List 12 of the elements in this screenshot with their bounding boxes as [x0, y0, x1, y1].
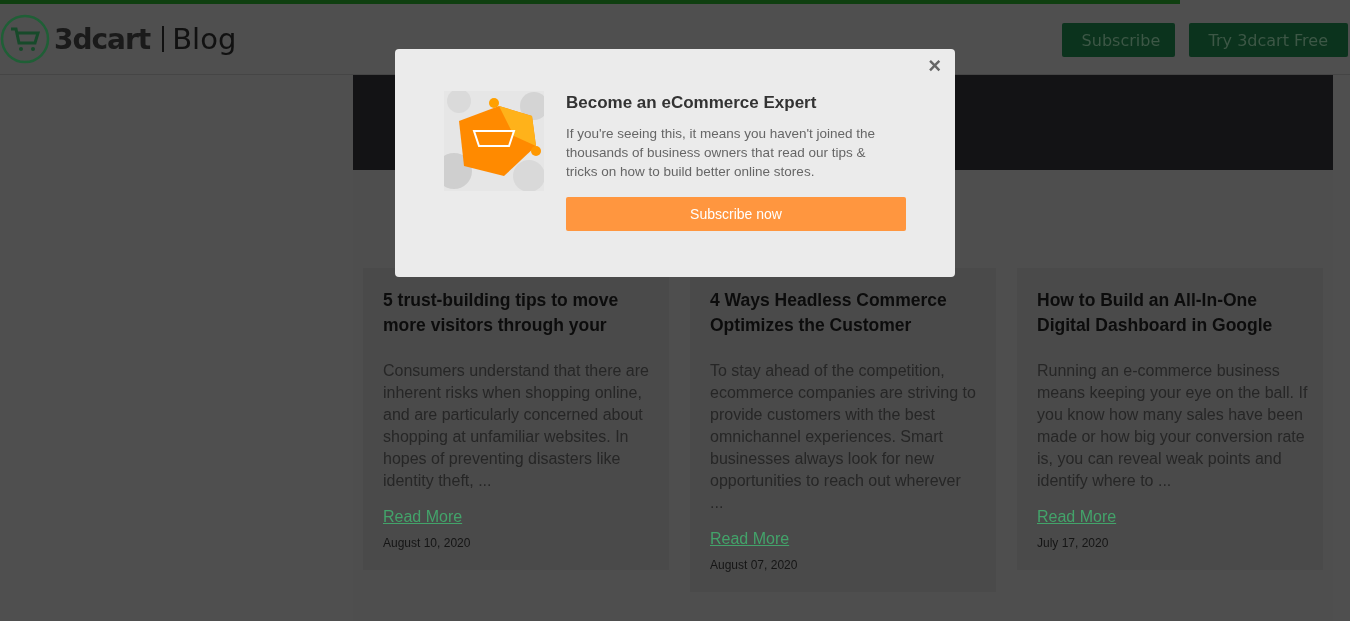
- post-title[interactable]: 5 trust-building tips to move more visitors through your: [383, 288, 649, 350]
- read-more-link[interactable]: Read More: [383, 508, 463, 526]
- popup-title: Become an eCommerce Expert: [566, 93, 818, 113]
- cart-logo-icon: [0, 14, 50, 64]
- section-title: Blog: [172, 22, 237, 56]
- post-title[interactable]: How to Build an All-In-One Digital Dashboard in Google: [1037, 288, 1303, 350]
- post-title[interactable]: 4 Ways Headless Commerce Optimizes the Customer: [710, 288, 976, 350]
- read-more-link[interactable]: Read More: [1037, 508, 1117, 526]
- popup-text: If you're seeing this, it means you haven't joined the thousands of business owners that read our tips & tricks on how to build better online stores.: [566, 125, 877, 181]
- subscribe-button[interactable]: Subscribe now: [566, 197, 906, 231]
- read-more-link[interactable]: Read More: [710, 530, 790, 548]
- close-button[interactable]: ×: [926, 55, 943, 77]
